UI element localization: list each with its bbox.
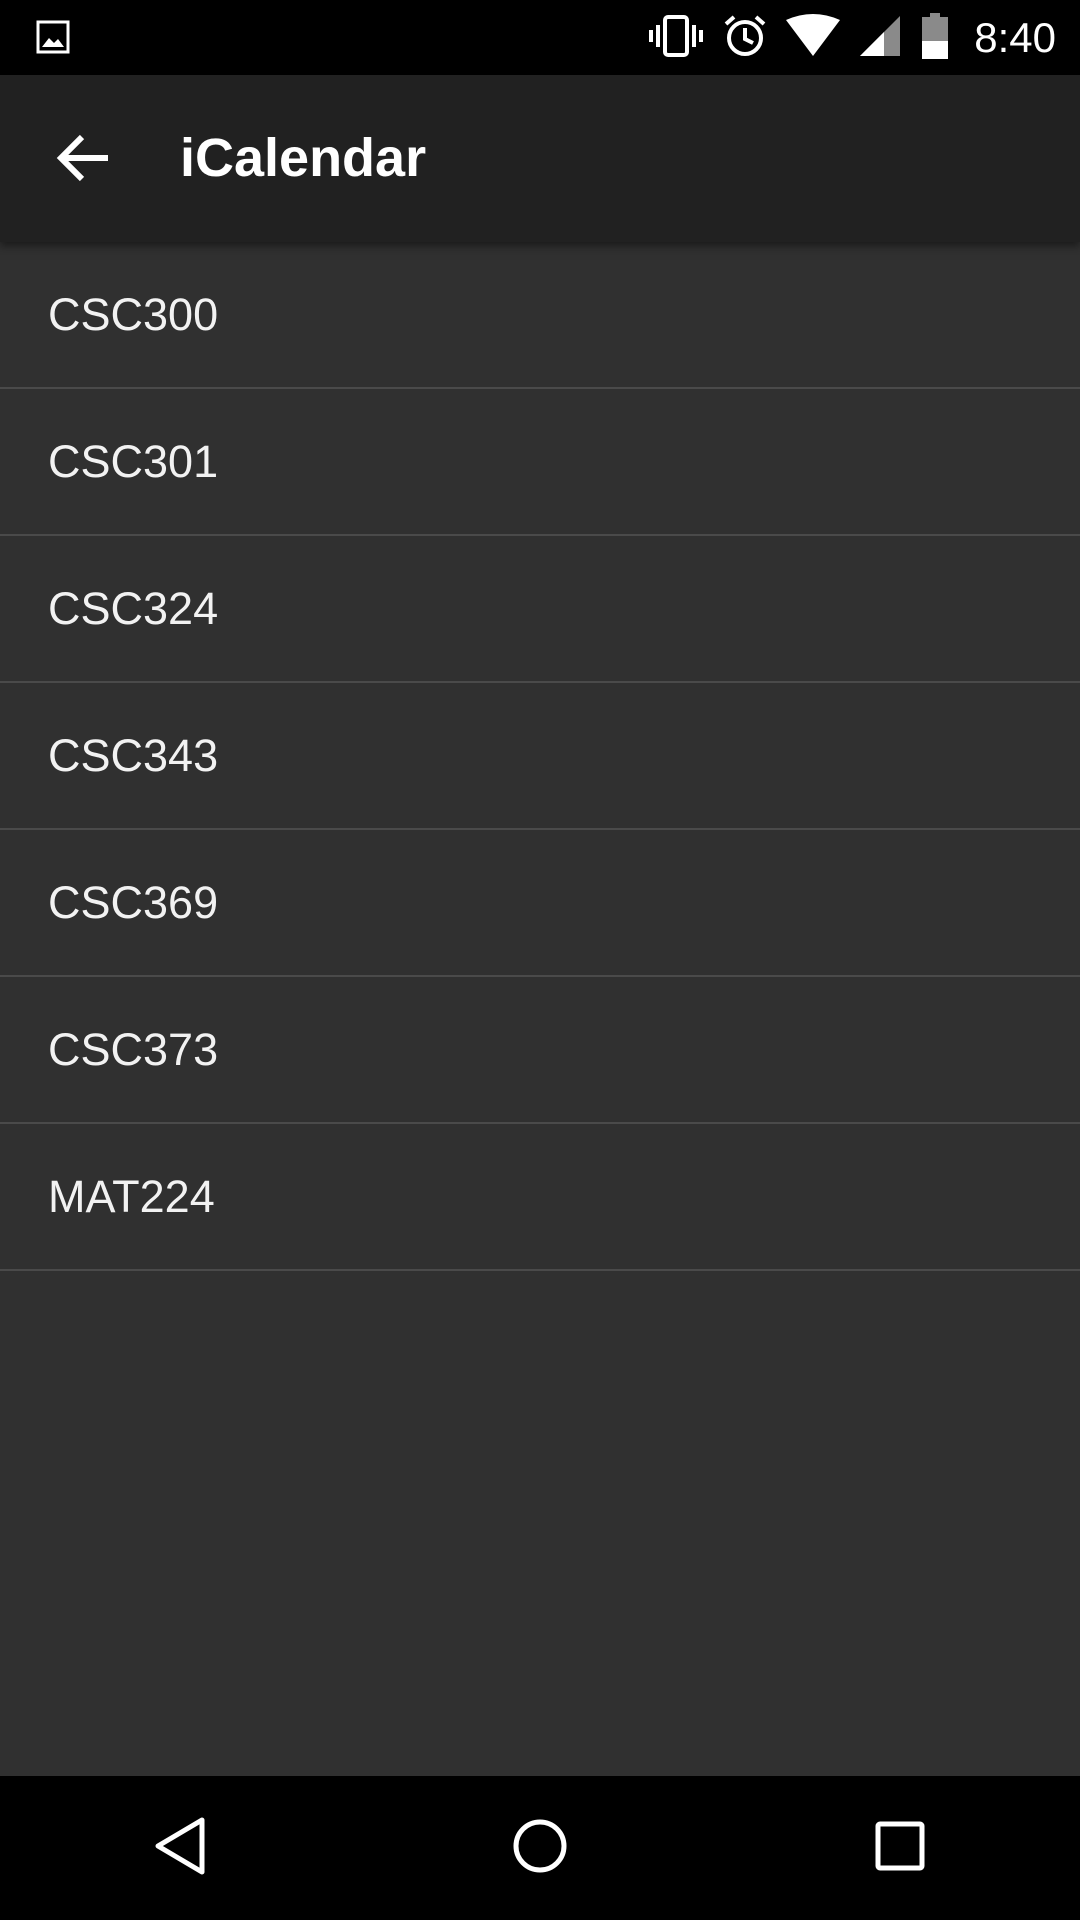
list-item[interactable]: CSC373: [0, 977, 1080, 1124]
cell-signal-icon: [858, 14, 902, 63]
nav-recents-button[interactable]: [828, 1776, 972, 1920]
recents-square-icon: [874, 1820, 926, 1877]
clock-time: 8:40: [974, 14, 1056, 61]
app-bar: iCalendar: [0, 75, 1080, 242]
list-item[interactable]: CSC301: [0, 389, 1080, 536]
back-triangle-icon: [152, 1816, 208, 1881]
list-item[interactable]: MAT224: [0, 1124, 1080, 1271]
list-item-label: CSC301: [48, 435, 219, 487]
alarm-icon: [722, 13, 768, 64]
list-item[interactable]: CSC343: [0, 683, 1080, 830]
back-button[interactable]: [48, 125, 118, 195]
arrow-back-icon: [56, 133, 110, 188]
status-bar: 8:40: [0, 0, 1080, 75]
list-item[interactable]: CSC369: [0, 830, 1080, 977]
course-list: CSC300 CSC301 CSC324 CSC343 CSC369 CSC37…: [0, 242, 1080, 1271]
status-icons: 8:40: [648, 12, 1056, 64]
page-title: iCalendar: [180, 128, 427, 188]
nav-back-button[interactable]: [108, 1776, 252, 1920]
list-item-label: CSC369: [48, 876, 219, 928]
list-item[interactable]: CSC324: [0, 536, 1080, 683]
vibrate-icon: [648, 14, 704, 63]
navigation-bar: [0, 1776, 1080, 1920]
list-item-label: CSC373: [48, 1023, 219, 1075]
list-item-label: CSC300: [48, 288, 219, 340]
list-item-label: MAT224: [48, 1170, 215, 1222]
image-notification-icon: [36, 20, 70, 54]
list-item-label: CSC343: [48, 729, 219, 781]
list-item[interactable]: CSC300: [0, 242, 1080, 389]
wifi-icon: [786, 13, 841, 63]
nav-home-button[interactable]: [468, 1776, 612, 1920]
battery-icon: [920, 12, 950, 64]
list-item-label: CSC324: [48, 582, 219, 634]
home-circle-icon: [512, 1818, 568, 1879]
